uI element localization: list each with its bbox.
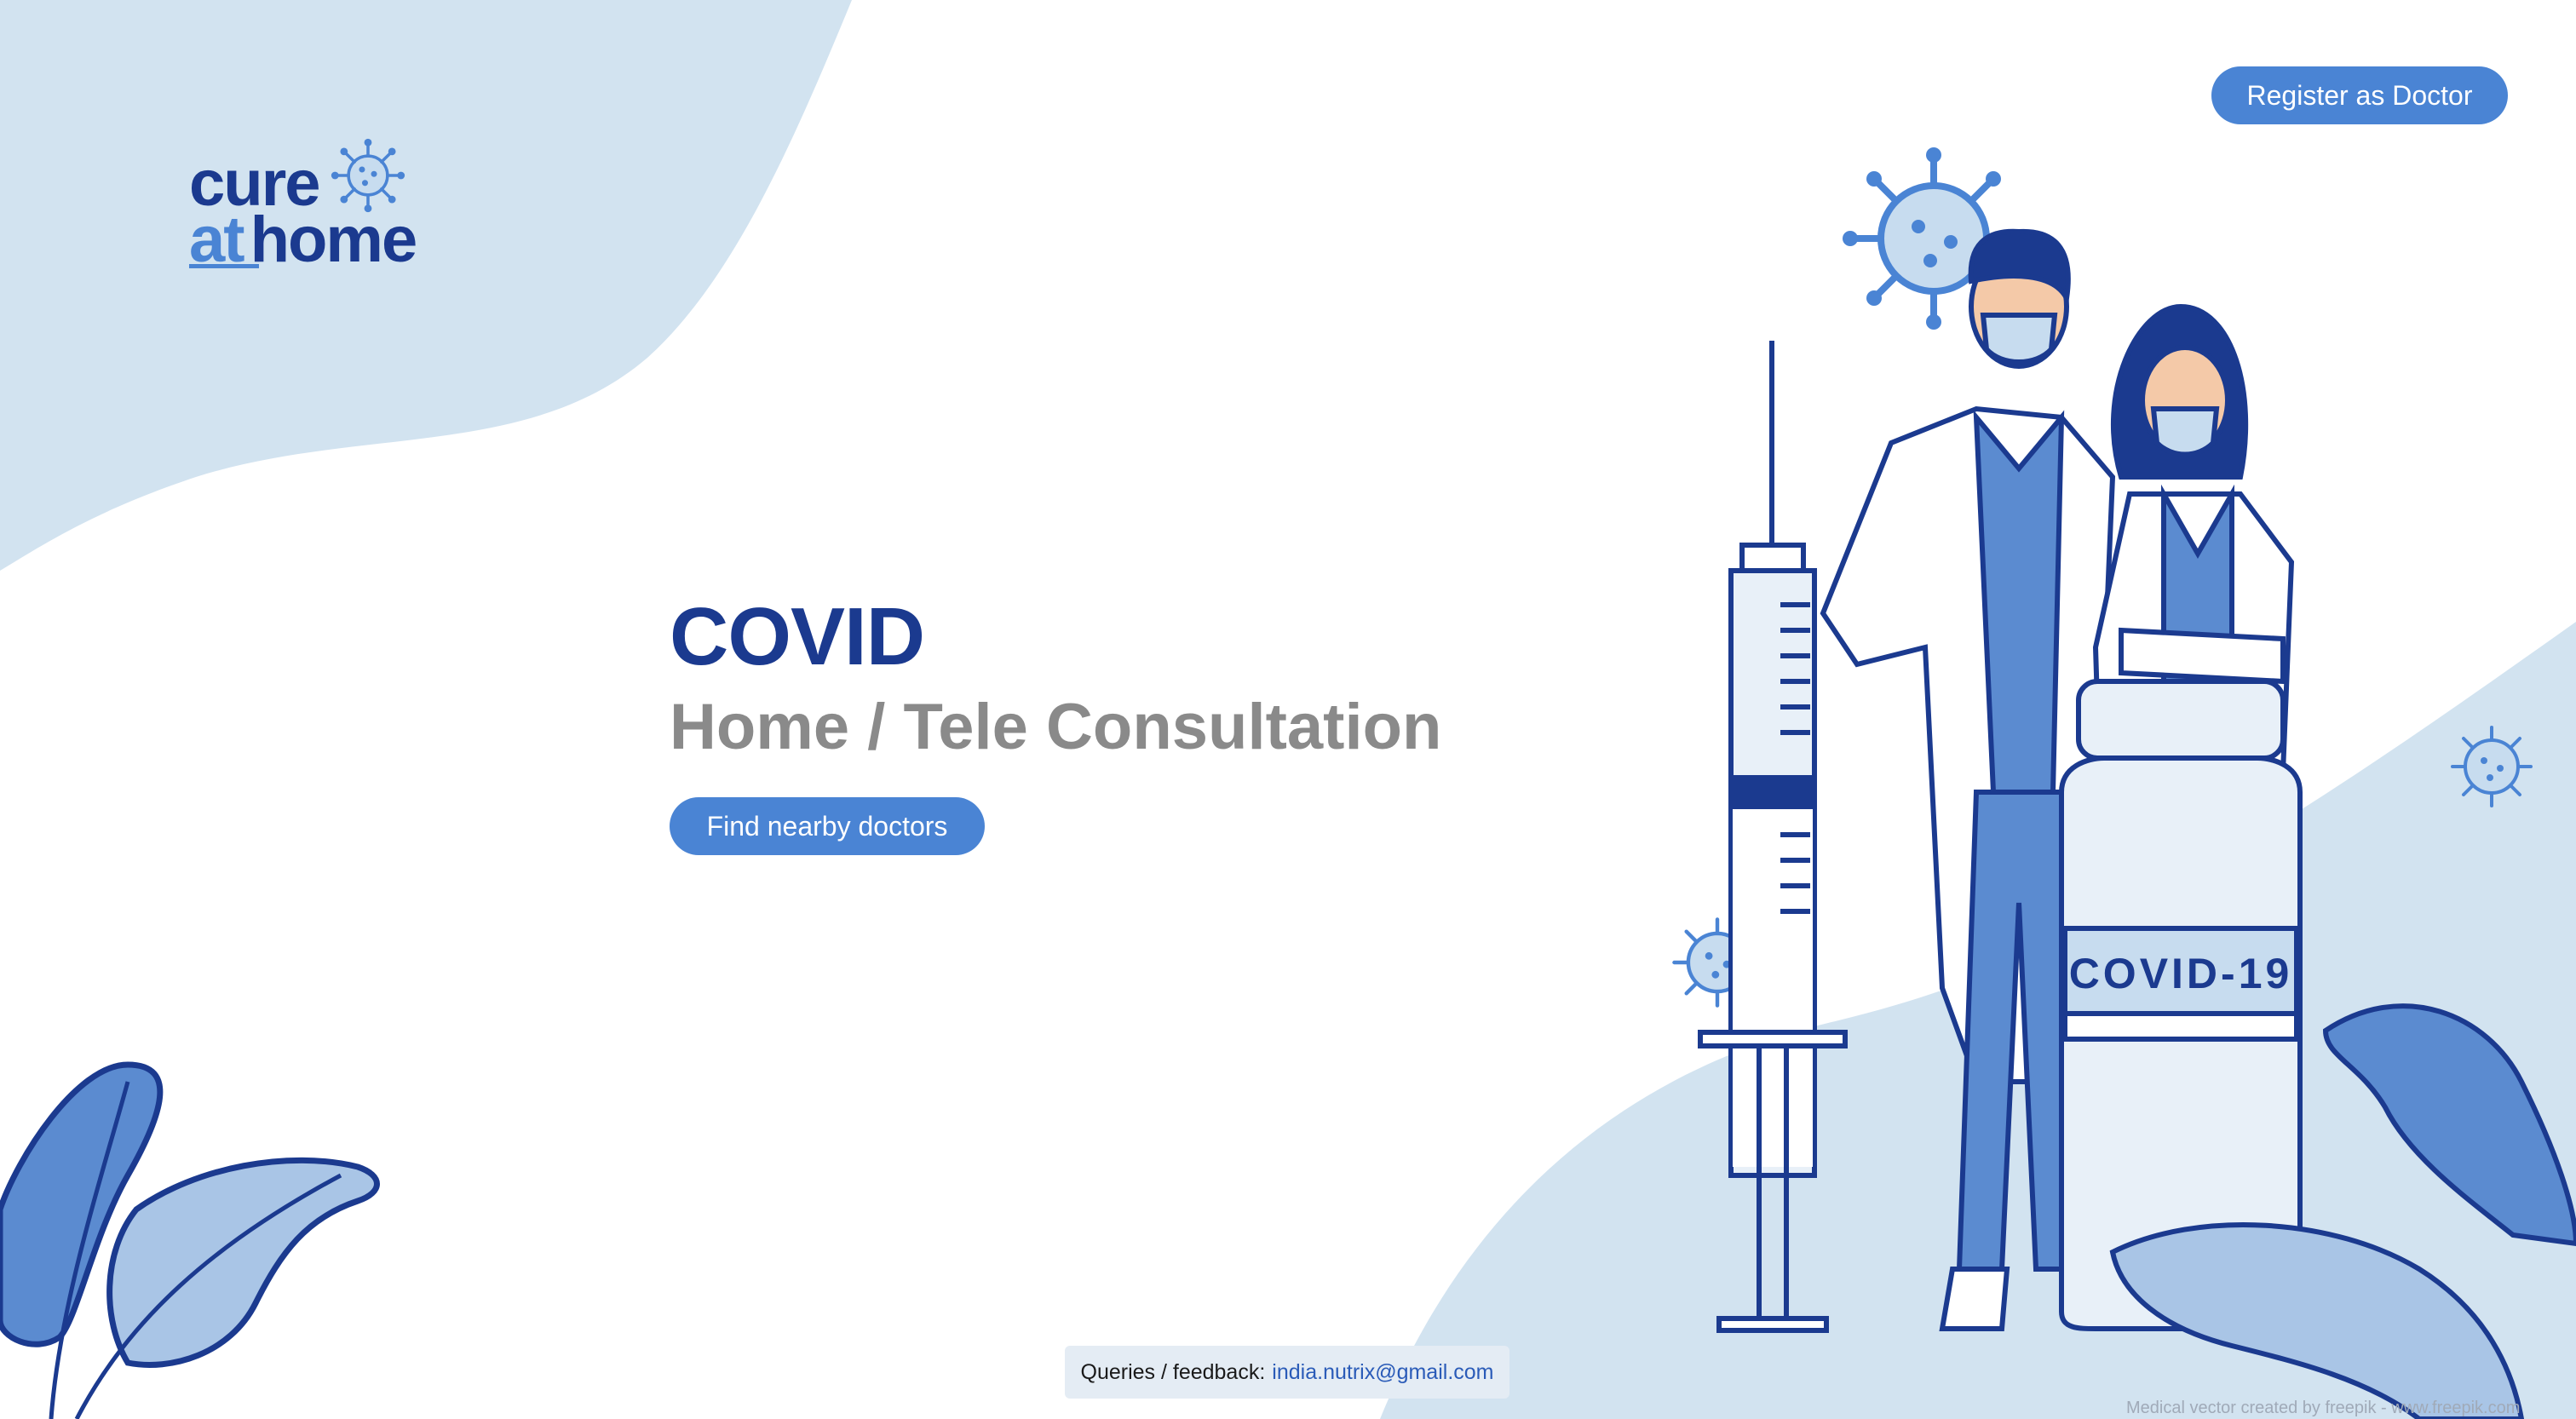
page-subtitle: Home / Tele Consultation [670, 691, 1442, 763]
doctors-illustration: COVID-19 [1672, 147, 2576, 1419]
page-title: COVID [670, 591, 925, 682]
vial-label: COVID-19 [2069, 950, 2293, 997]
virus-icon [331, 138, 405, 213]
find-nearby-doctors-button[interactable]: Find nearby doctors [670, 797, 985, 855]
feedback-label: Queries / feedback: [1080, 1359, 1266, 1384]
feedback-box: Queries / feedback: india.nutrix@gmail.c… [1065, 1346, 1509, 1399]
logo-word-home: home [250, 204, 418, 276]
feedback-email-link[interactable]: india.nutrix@gmail.com [1272, 1360, 1493, 1385]
register-as-doctor-button[interactable]: Register as Doctor [2211, 66, 2508, 124]
virus-icon [2451, 726, 2533, 807]
image-credit[interactable]: Medical vector created by freepik - www.… [2126, 1399, 2520, 1418]
hero-section: COVID Home / Tele Consultation Find near… [670, 591, 1442, 855]
logo-underline [189, 264, 259, 268]
leaf-decoration [0, 1061, 380, 1419]
brand-logo[interactable]: cure at home [189, 136, 445, 281]
syringe-graphic [1698, 341, 1848, 1333]
top-left-blob [0, 0, 852, 571]
